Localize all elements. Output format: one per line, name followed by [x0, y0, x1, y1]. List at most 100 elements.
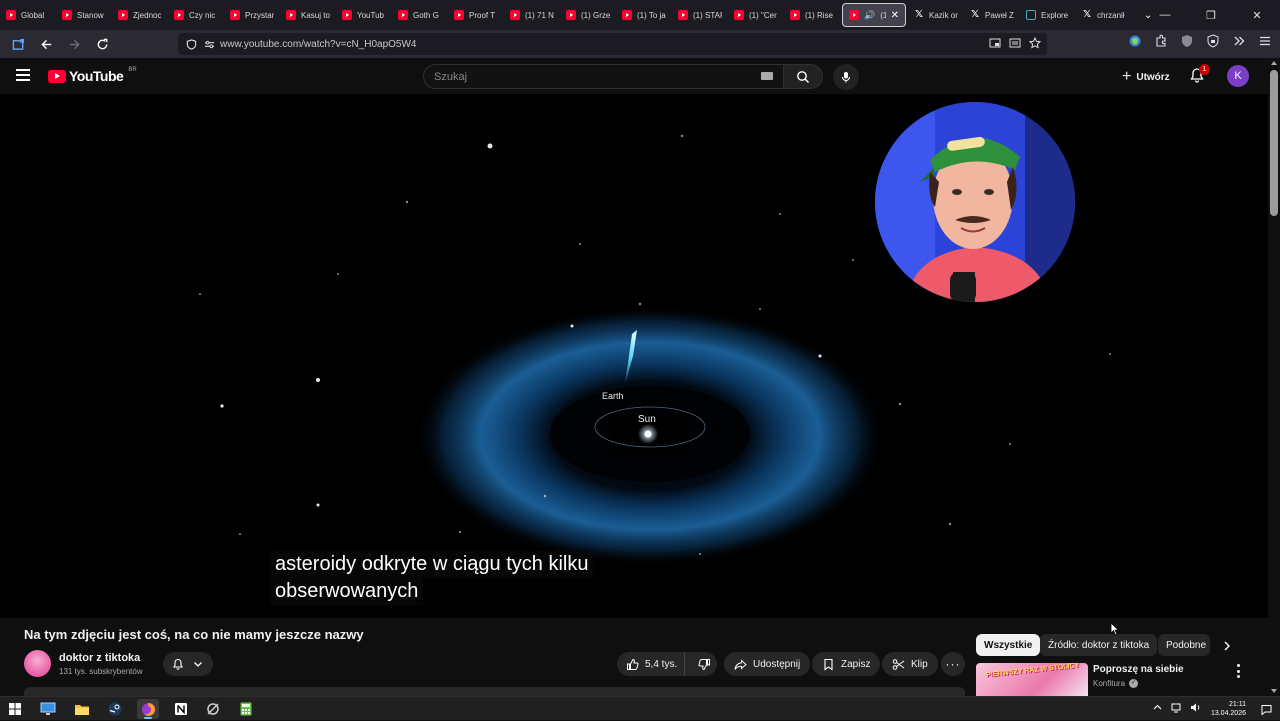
share-button[interactable]: Udostępnij — [724, 652, 811, 676]
tab-label: Stanow — [77, 10, 104, 20]
channel-name[interactable]: doktor z tiktoka — [59, 652, 140, 664]
guide-menu-icon[interactable] — [16, 69, 30, 81]
forward-icon[interactable] — [62, 32, 86, 56]
account-avatar[interactable]: K — [1227, 65, 1249, 87]
browser-tab[interactable]: Proof T — [448, 0, 504, 30]
more-actions-icon[interactable]: ··· — [941, 652, 965, 676]
notifications-button[interactable]: 1 — [1189, 64, 1210, 87]
recommendation-channel[interactable]: Konfitura ✓ — [1093, 679, 1139, 688]
youtube-icon — [62, 10, 72, 20]
browser-tab[interactable]: (1) Grze — [560, 0, 616, 30]
browser-menu-icon[interactable] — [1258, 34, 1272, 53]
browser-tab[interactable]: (1) "Cer — [728, 0, 784, 30]
browser-tab[interactable]: Goth G — [392, 0, 448, 30]
extension-shield-icon[interactable] — [1128, 34, 1142, 53]
chip-all[interactable]: Wszystkie — [976, 634, 1041, 656]
youtube-logo[interactable]: YouTube BR — [48, 67, 137, 84]
search-button[interactable] — [783, 64, 823, 89]
desktop-monitor-icon[interactable] — [37, 699, 59, 719]
scrollbar-thumb[interactable] — [1270, 70, 1278, 216]
ublock-icon[interactable] — [1180, 34, 1194, 53]
save-button[interactable]: Zapisz — [812, 652, 881, 676]
reader-view-icon[interactable] — [1009, 37, 1021, 52]
dislike-button[interactable] — [691, 652, 717, 676]
volume-icon[interactable] — [1190, 700, 1201, 718]
windows-start-icon[interactable] — [4, 699, 26, 719]
chip-from-channel[interactable]: Źródło: doktor z tiktoka — [1040, 634, 1158, 656]
close-icon[interactable]: ✕ — [891, 10, 899, 21]
chip-related[interactable]: Podobne — [1158, 634, 1210, 656]
page-scrollbar[interactable] — [1268, 58, 1280, 696]
scroll-down-arrow-icon[interactable] — [1271, 689, 1277, 693]
scroll-up-arrow-icon[interactable] — [1271, 61, 1277, 65]
browser-tab[interactable]: (1) STAR — [672, 0, 728, 30]
restore-icon[interactable]: ❐ — [1188, 0, 1234, 30]
tab-label: (1) "Cer — [749, 10, 777, 20]
voice-search-button[interactable] — [833, 64, 859, 90]
tab-label: YouTub — [357, 10, 384, 20]
browser-tab[interactable]: 𝕏 Kazik or — [908, 0, 964, 30]
youtube-icon — [678, 10, 688, 20]
firefox-icon[interactable] — [137, 699, 159, 719]
sidebar-toggle-icon[interactable] — [6, 32, 30, 56]
overflow-chevrons-icon[interactable] — [1232, 34, 1246, 53]
tab-label: Proof T — [469, 10, 496, 20]
recommendation-menu-icon[interactable] — [1235, 664, 1241, 678]
notion-icon[interactable] — [170, 699, 192, 719]
clip-button[interactable]: Klip — [882, 652, 938, 676]
extensions-puzzle-icon[interactable] — [1154, 34, 1168, 53]
file-explorer-icon[interactable] — [71, 699, 93, 719]
chevron-right-icon[interactable] — [1222, 640, 1232, 652]
recommendation-title[interactable]: Poproszę na siebie — [1093, 664, 1184, 675]
browser-tab[interactable]: Czy nic — [168, 0, 224, 30]
privacy-badger-icon[interactable] — [1206, 34, 1220, 53]
calculator-icon[interactable] — [235, 699, 257, 719]
subscription-notifications-button[interactable] — [163, 652, 213, 676]
satellite-app-icon[interactable] — [202, 699, 224, 719]
tab-label: Czy nic — [189, 10, 216, 20]
recommendation-thumbnail[interactable]: PIERWSZY RAZ W STOLICY — [976, 663, 1088, 696]
description-box[interactable] — [24, 687, 965, 696]
search-input[interactable]: Szukaj — [423, 64, 785, 89]
browser-tab[interactable]: (1) To ja — [616, 0, 672, 30]
like-button[interactable]: 5,4 tys. — [617, 652, 685, 676]
channel-avatar[interactable] — [24, 650, 51, 677]
keyboard-icon[interactable] — [761, 72, 773, 80]
browser-tab[interactable]: (1) 71 N — [504, 0, 560, 30]
site-permissions-icon[interactable] — [202, 37, 216, 51]
youtube-icon — [790, 10, 800, 20]
notification-center-icon[interactable] — [1258, 704, 1274, 715]
taskbar-clock[interactable]: 21:11 13.04.2026 — [1211, 700, 1246, 718]
browser-tab[interactable]: Przystan — [224, 0, 280, 30]
browser-tab[interactable]: 𝕏 Paweł Z — [964, 0, 1020, 30]
browser-tab[interactable]: 𝕏chrzanił — [1076, 0, 1132, 30]
browser-tab[interactable]: YouTub — [336, 0, 392, 30]
network-icon[interactable] — [1171, 700, 1182, 718]
browser-tab[interactable]: Zjednoc — [112, 0, 168, 30]
x-icon: 𝕏 — [970, 9, 980, 20]
picture-in-picture-icon[interactable] — [989, 37, 1001, 52]
browser-tab-active[interactable]: 🔊 (1) l ✕ — [842, 3, 906, 27]
speaker-icon[interactable]: 🔊 — [864, 10, 875, 21]
star — [220, 404, 224, 408]
tray-chevron-up-icon[interactable] — [1152, 700, 1163, 718]
browser-tab[interactable]: (1) Rise — [784, 0, 840, 30]
share-icon — [734, 658, 747, 670]
subscriber-count: 131 tys. subskrybentów — [59, 667, 143, 676]
steam-icon[interactable] — [104, 699, 126, 719]
minimize-icon[interactable]: — — [1142, 0, 1188, 30]
reload-icon[interactable] — [90, 32, 114, 56]
tab-label: Goth G — [413, 10, 439, 20]
bookmark-star-icon[interactable] — [1028, 36, 1042, 52]
browser-tab[interactable]: Explore — [1020, 0, 1076, 30]
video-player[interactable]: Earth Sun asteroidy odkryte w ciągu tych… — [0, 94, 1268, 618]
window-close-icon[interactable]: ✕ — [1234, 0, 1280, 30]
browser-tab[interactable]: Stanow — [56, 0, 112, 30]
browser-tab[interactable]: Global — [0, 0, 56, 30]
back-icon[interactable] — [34, 32, 58, 56]
create-button[interactable]: + Utwórz — [1114, 64, 1178, 90]
address-bar[interactable]: www.youtube.com/watch?v=cN_H0apO5W4 — [178, 33, 1047, 55]
browser-tab[interactable]: Kasuj to — [280, 0, 336, 30]
tab-label: (1) l — [880, 10, 885, 20]
tracking-shield-icon[interactable] — [184, 37, 198, 51]
